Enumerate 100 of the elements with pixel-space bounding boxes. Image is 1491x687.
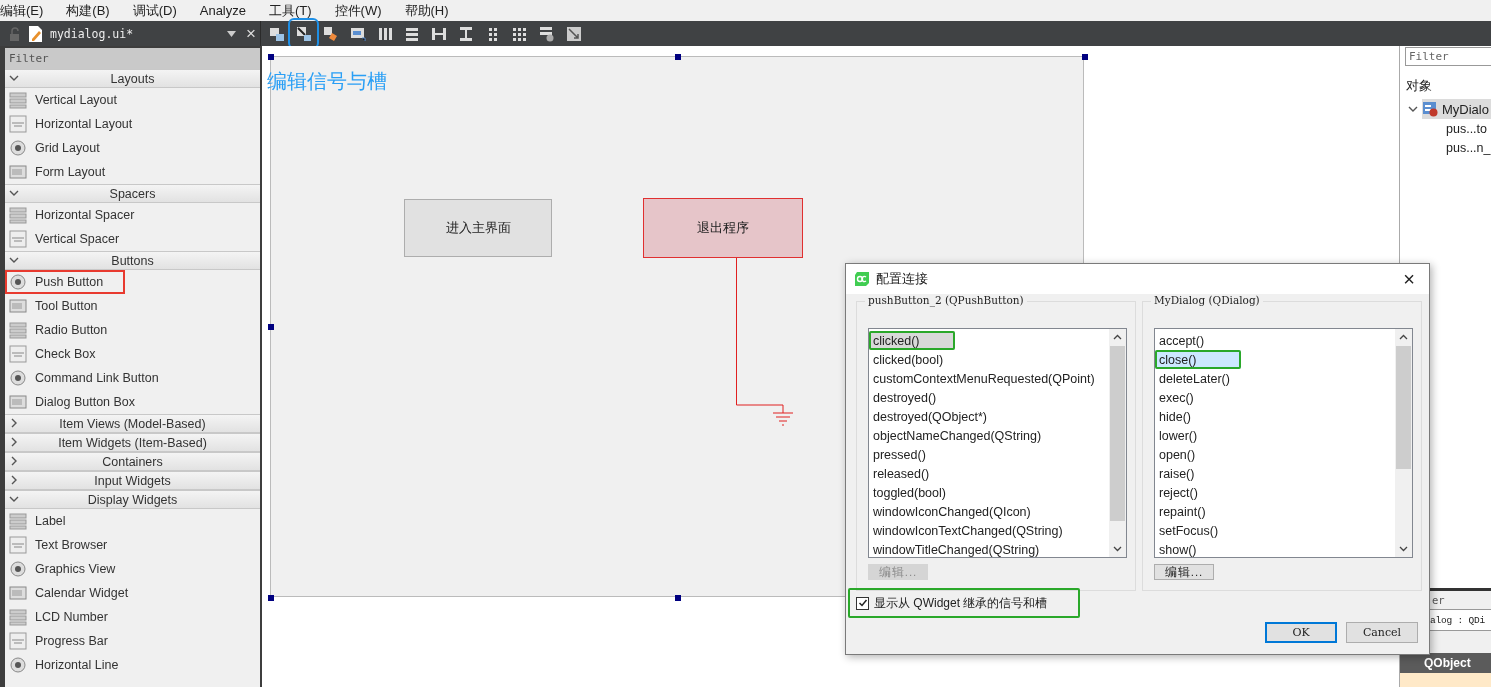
list-item[interactable]: show() (1155, 540, 1395, 557)
widget-item[interactable]: Check Box (5, 342, 260, 366)
widget-item[interactable]: Progress Bar (5, 629, 260, 653)
close-button[interactable]: × (242, 25, 260, 42)
scrollbar[interactable] (1395, 329, 1412, 557)
filter-field[interactable]: Filter (5, 48, 260, 69)
widget-item[interactable]: Grid Layout (5, 136, 260, 160)
widget-item[interactable]: Radio Button (5, 318, 260, 342)
list-item[interactable]: repaint() (1155, 502, 1395, 521)
dialog-icon (1422, 101, 1438, 117)
tree-item[interactable]: pus...n_ (1400, 138, 1491, 157)
list-item[interactable]: open() (1155, 445, 1395, 464)
list-item[interactable]: pressed() (869, 445, 1109, 464)
widget-item[interactable]: Tool Button (5, 294, 260, 318)
list-item[interactable]: raise() (1155, 464, 1395, 483)
expand-chevron-icon[interactable] (1408, 104, 1418, 114)
widget-item[interactable]: Form Layout (5, 160, 260, 184)
resize-handle[interactable] (268, 54, 274, 60)
widget-item[interactable]: LCD Number (5, 605, 260, 629)
resize-handle[interactable] (268, 595, 274, 601)
list-item[interactable]: objectNameChanged(QString) (869, 426, 1109, 445)
tree-item[interactable]: pus...to (1400, 119, 1491, 138)
list-item[interactable]: deleteLater() (1155, 369, 1395, 388)
list-item[interactable]: reject() (1155, 483, 1395, 502)
list-item[interactable]: toggled(bool) (869, 483, 1109, 502)
column-header: 对象 (1406, 78, 1433, 95)
list-item[interactable]: lower() (1155, 426, 1395, 445)
file-name[interactable]: mydialog.ui* (50, 26, 222, 41)
widget-item[interactable]: Horizontal Layout (5, 112, 260, 136)
filter-field[interactable]: Filter (1405, 47, 1491, 66)
widget-icon (9, 632, 27, 650)
dialog-button[interactable]: OK (1265, 622, 1337, 643)
resize-handle[interactable] (1082, 54, 1088, 60)
widget-item[interactable]: Horizontal Line (5, 653, 260, 677)
list-item[interactable]: exec() (1155, 388, 1395, 407)
widget-icon (9, 393, 27, 411)
widget-item[interactable]: Vertical Layout (5, 88, 260, 112)
tree-item[interactable]: MyDialo (1422, 99, 1491, 119)
list-item[interactable]: destroyed() (869, 388, 1109, 407)
category-header[interactable]: Input Widgets (5, 471, 260, 490)
tool-icon (322, 25, 339, 42)
checkmark-icon (857, 598, 868, 608)
dropdown-caret-icon[interactable] (227, 30, 237, 37)
document-icon (28, 24, 44, 43)
widget-item[interactable]: Calendar Widget (5, 581, 260, 605)
category-header[interactable]: Item Widgets (Item-Based) (5, 433, 260, 452)
category-header[interactable]: Display Widgets (5, 490, 260, 509)
inherited-checkbox[interactable]: 显示从 QWidget 继承的信号和槽 (848, 588, 1080, 618)
widget-item[interactable]: Text Browser (5, 533, 260, 557)
widget-item[interactable]: Label (5, 509, 260, 533)
widget-item[interactable]: Command Link Button (5, 366, 260, 390)
dialog-button[interactable]: Cancel (1346, 622, 1418, 643)
list-item[interactable]: hide() (1155, 407, 1395, 426)
resize-handle[interactable] (268, 324, 274, 330)
widget-icon (9, 273, 27, 291)
menu-item[interactable]: Analyze (199, 3, 257, 18)
list-item[interactable]: customContextMenuRequested(QPoint) (869, 369, 1109, 388)
tool-icon (565, 25, 582, 42)
edit-button[interactable]: 编辑... (1154, 564, 1214, 580)
category-header[interactable]: Containers (5, 452, 260, 471)
panel-title: er (1431, 593, 1446, 608)
resize-handle[interactable] (675, 595, 681, 601)
menu-item[interactable]: 调试(D) (132, 1, 188, 20)
widget-item[interactable]: Vertical Spacer (5, 227, 260, 251)
widget-item[interactable]: Dialog Button Box (5, 390, 260, 414)
group-title: pushButton_2 (QPushButton) (865, 294, 1027, 306)
category-header[interactable]: Layouts (5, 69, 260, 88)
close-button[interactable]: × (1389, 266, 1429, 292)
widget-item[interactable]: Graphics View (5, 557, 260, 581)
menu-item[interactable]: 构建(B) (66, 1, 121, 20)
category-header[interactable]: Item Views (Model-Based) (5, 414, 260, 433)
widget-icon (9, 139, 27, 157)
menu-item[interactable]: 帮助(H) (404, 1, 460, 20)
list-item[interactable]: destroyed(QObject*) (869, 407, 1109, 426)
widget-item[interactable]: Push Button (5, 270, 125, 294)
widget-item[interactable]: Horizontal Spacer (5, 203, 260, 227)
widget-icon (9, 91, 27, 109)
widget-icon (9, 345, 27, 363)
chevron-icon (9, 73, 19, 83)
list-item[interactable]: windowTitleChanged(QString) (869, 540, 1109, 557)
form-button[interactable]: 退出程序 (643, 198, 803, 258)
widget-icon (9, 230, 27, 248)
list-item[interactable]: accept() (1155, 331, 1395, 350)
menu-item[interactable]: 工具(T) (269, 1, 323, 20)
category-header[interactable]: Buttons (5, 251, 260, 270)
form-button[interactable]: 进入主界面 (404, 199, 552, 257)
category-header[interactable]: Spacers (5, 184, 260, 203)
list-item[interactable]: windowIconChanged(QIcon) (869, 502, 1109, 521)
scrollbar[interactable] (1109, 329, 1126, 557)
list-item[interactable]: released() (869, 464, 1109, 483)
menu-item[interactable]: 控件(W) (334, 1, 393, 20)
list-item[interactable]: setFocus() (1155, 521, 1395, 540)
list-item[interactable]: close() (1155, 350, 1241, 369)
menu-item[interactable]: 编辑(E) (0, 1, 55, 20)
list-item[interactable]: windowIconTextChanged(QString) (869, 521, 1109, 540)
widget-icon (9, 163, 27, 181)
property-section: QObject (1400, 653, 1491, 673)
list-item[interactable]: clicked() (869, 331, 955, 350)
list-item[interactable]: clicked(bool) (869, 350, 1109, 369)
resize-handle[interactable] (675, 54, 681, 60)
